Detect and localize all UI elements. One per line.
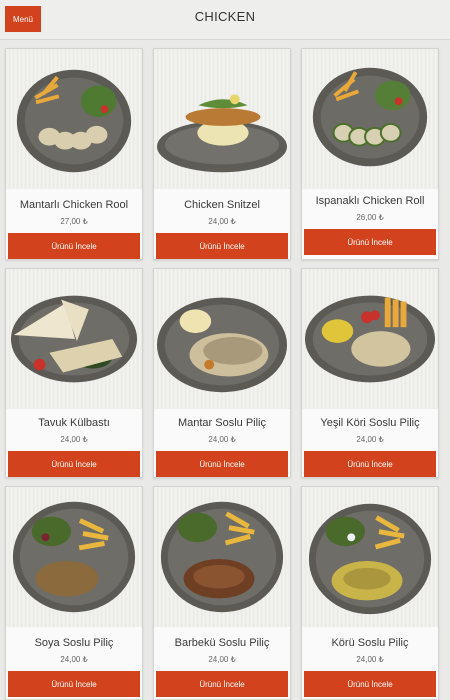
view-product-button[interactable]: Ürünü İncele xyxy=(8,233,140,259)
dish-price: 24,00 ₺ xyxy=(60,655,88,664)
dish-price: 24,00 ₺ xyxy=(208,435,236,444)
dish-name: Tavuk Külbastı xyxy=(38,417,110,429)
view-product-button[interactable]: Ürünü İncele xyxy=(8,671,140,697)
dish-price: 24,00 ₺ xyxy=(356,655,384,664)
dish-illustration xyxy=(10,295,138,383)
dish-price: 24,00 ₺ xyxy=(208,217,236,226)
product-card[interactable]: Mantar Soslu Piliç 24,00 ₺ Ürünü İncele xyxy=(153,268,291,478)
dish-photo xyxy=(6,487,142,627)
product-card[interactable]: Mantarlı Chicken Rool 27,00 ₺ Ürünü İnce… xyxy=(5,48,143,260)
dish-name: Soya Soslu Piliç xyxy=(34,637,114,649)
dish-name: Körü Soslu Piliç xyxy=(331,637,409,649)
product-card[interactable]: Yeşil Köri Soslu Piliç 24,00 ₺ Ürünü İnc… xyxy=(301,268,439,478)
dish-name: Yeşil Köri Soslu Piliç xyxy=(320,417,420,429)
product-card[interactable]: Barbekü Soslu Piliç 24,00 ₺ Ürünü İncele xyxy=(153,486,291,700)
dish-photo xyxy=(6,269,142,409)
dish-photo xyxy=(154,487,290,627)
dish-illustration xyxy=(156,297,288,393)
top-bar: Menü CHICKEN xyxy=(0,0,450,40)
product-grid: Mantarlı Chicken Rool 27,00 ₺ Ürünü İnce… xyxy=(0,40,450,700)
dish-price: 27,00 ₺ xyxy=(60,217,88,226)
dish-illustration xyxy=(156,94,288,173)
dish-price: 24,00 ₺ xyxy=(60,435,88,444)
view-product-button[interactable]: Ürünü İncele xyxy=(304,451,436,477)
dish-photo xyxy=(302,487,438,627)
view-product-button[interactable]: Ürünü İncele xyxy=(8,451,140,477)
dish-name: Ispanaklı Chicken Roll xyxy=(315,195,425,207)
dish-name: Barbekü Soslu Piliç xyxy=(174,637,270,649)
dish-illustration xyxy=(304,295,436,383)
dish-illustration xyxy=(308,503,432,615)
dish-photo xyxy=(6,49,142,189)
dish-photo xyxy=(154,49,290,189)
dish-name: Chicken Snitzel xyxy=(184,199,260,211)
view-product-button[interactable]: Ürünü İncele xyxy=(304,229,436,255)
product-card[interactable]: Ispanaklı Chicken Roll 26,00 ₺ Ürünü İnc… xyxy=(301,48,439,260)
dish-illustration xyxy=(312,67,428,167)
view-product-button[interactable]: Ürünü İncele xyxy=(156,671,288,697)
dish-photo xyxy=(154,269,290,409)
product-card[interactable]: Chicken Snitzel 24,00 ₺ Ürünü İncele xyxy=(153,48,291,260)
dish-price: 24,00 ₺ xyxy=(356,435,384,444)
product-card[interactable]: Soya Soslu Piliç 24,00 ₺ Ürünü İncele xyxy=(5,486,143,700)
dish-illustration xyxy=(16,69,132,173)
dish-price: 24,00 ₺ xyxy=(208,655,236,664)
view-product-button[interactable]: Ürünü İncele xyxy=(304,671,436,697)
dish-illustration xyxy=(160,501,284,613)
view-product-button[interactable]: Ürünü İncele xyxy=(156,451,288,477)
product-card[interactable]: Körü Soslu Piliç 24,00 ₺ Ürünü İncele xyxy=(301,486,439,700)
dish-illustration xyxy=(12,501,136,613)
dish-name: Mantarlı Chicken Rool xyxy=(19,199,129,211)
dish-name: Mantar Soslu Piliç xyxy=(177,417,267,429)
dish-photo xyxy=(302,269,438,409)
product-card[interactable]: Tavuk Külbastı 24,00 ₺ Ürünü İncele xyxy=(5,268,143,478)
dish-photo xyxy=(302,49,438,189)
page-title: CHICKEN xyxy=(194,9,256,24)
dish-price: 26,00 ₺ xyxy=(356,213,384,222)
view-product-button[interactable]: Ürünü İncele xyxy=(156,233,288,259)
